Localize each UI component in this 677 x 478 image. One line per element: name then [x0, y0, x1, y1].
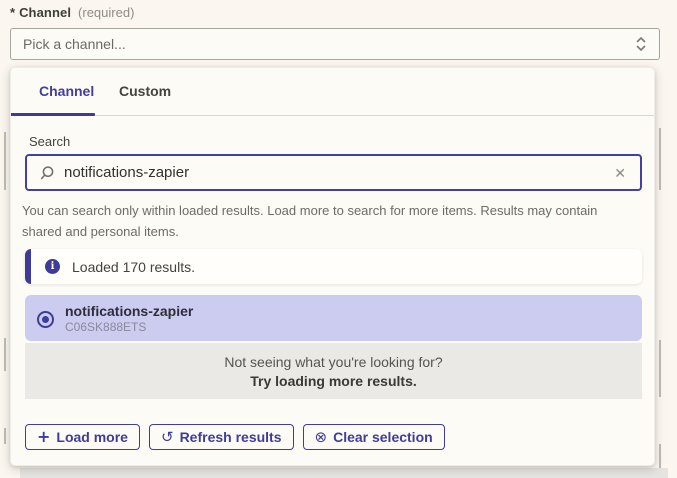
tab-custom[interactable]: Custom	[119, 83, 171, 99]
channel-dropdown-panel: Channel Custom Search ✕ You can search o…	[10, 67, 655, 466]
page-content-behind	[20, 468, 668, 478]
background-field-border	[4, 338, 6, 371]
refresh-icon: ↺	[161, 430, 174, 445]
result-id: C06SK888ETS	[65, 320, 193, 334]
select-placeholder: Pick a channel...	[23, 36, 635, 52]
search-help-text: You can search only within loaded result…	[22, 200, 634, 242]
refresh-results-button[interactable]: ↺ Refresh results	[149, 424, 294, 450]
field-label-row: * Channel (required)	[10, 5, 134, 20]
banner-message: Loaded 170 results.	[72, 259, 195, 275]
tab-channel[interactable]: Channel	[39, 83, 94, 99]
active-tab-underline	[11, 113, 95, 116]
hint-question: Not seeing what you're looking for?	[224, 354, 442, 370]
background-field-border	[659, 128, 661, 190]
background-field-border	[4, 428, 6, 444]
page: * Channel (required) Pick a channel... C…	[0, 0, 677, 478]
background-field-border	[659, 340, 661, 397]
channel-select[interactable]: Pick a channel...	[10, 28, 660, 60]
search-field: ✕	[25, 154, 642, 191]
search-icon	[39, 165, 55, 181]
tab-bar: Channel Custom	[11, 68, 654, 116]
radio-selected-icon[interactable]	[37, 311, 54, 328]
plus-icon: +	[37, 429, 50, 445]
refresh-results-label: Refresh results	[180, 429, 282, 445]
try-loading-more-link[interactable]: Try loading more results.	[250, 373, 417, 389]
required-note: (required)	[78, 5, 134, 20]
select-chevrons-icon	[635, 35, 647, 53]
clear-selection-label: Clear selection	[333, 429, 433, 445]
search-label: Search	[29, 134, 70, 149]
search-input[interactable]	[64, 164, 603, 181]
banner-accent-bar	[25, 249, 31, 284]
background-field-border	[4, 132, 6, 190]
required-asterisk: *	[10, 5, 15, 20]
field-label: Channel	[19, 5, 71, 20]
result-name: notifications-zapier	[65, 303, 193, 319]
actions-row: + Load more ↺ Refresh results ⊗ Clear se…	[25, 424, 445, 450]
load-more-button[interactable]: + Load more	[25, 424, 140, 450]
loaded-results-banner: i Loaded 170 results.	[25, 249, 642, 284]
load-more-label: Load more	[56, 429, 128, 445]
clear-search-icon[interactable]: ✕	[612, 164, 628, 182]
circled-x-icon: ⊗	[315, 430, 328, 445]
not-seeing-hint: Not seeing what you're looking for? Try …	[25, 343, 642, 399]
result-item-selected[interactable]: notifications-zapier C06SK888ETS	[25, 295, 642, 341]
info-icon: i	[45, 259, 60, 274]
clear-selection-button[interactable]: ⊗ Clear selection	[303, 424, 445, 450]
